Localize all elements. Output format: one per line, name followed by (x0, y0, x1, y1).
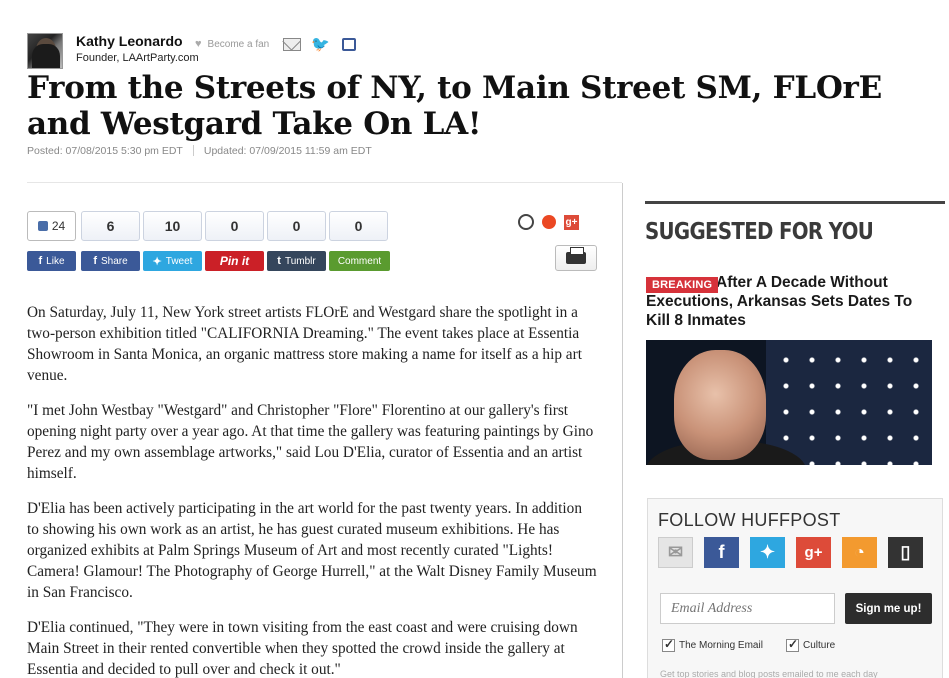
tumblr-label: Tumblr (284, 255, 316, 267)
article-paragraph: "I met John Westbay "Westgard" and Chris… (27, 402, 594, 482)
heart-icon[interactable]: ♥ (195, 38, 202, 50)
pin-label: Pin it (219, 254, 250, 268)
follow-icons: ✉ f ✦ g+ ◔ ▯ (658, 537, 923, 568)
tweet-button[interactable]: ✦ Tweet (143, 251, 202, 271)
stumbleupon-icon[interactable] (542, 215, 556, 229)
article-body: On Saturday, July 11, New York street ar… (27, 302, 597, 678)
email-icon[interactable]: ✉ (658, 537, 693, 568)
like-count-box[interactable]: 24 (27, 211, 76, 241)
become-fan-link[interactable]: Become a fan (208, 39, 270, 50)
article-paragraph: D'Elia continued, "They were in town vis… (27, 619, 578, 678)
checkbox-morning-email[interactable] (662, 637, 675, 652)
share-count-tumblr: 0 (267, 211, 326, 241)
comment-label: Comment (337, 255, 382, 267)
google-plus-icon[interactable]: g+ (796, 537, 831, 568)
reddit-icon[interactable] (518, 214, 534, 230)
twitter-icon[interactable]: 🐦 (311, 35, 330, 53)
email-icon[interactable] (283, 37, 302, 51)
tumblr-icon: t (277, 255, 281, 267)
article-title: From the Streets of NY, to Main Street S… (27, 70, 882, 142)
facebook-icon[interactable]: f (704, 537, 739, 568)
culture-option[interactable]: Culture (786, 637, 836, 652)
morning-email-label: The Morning Email (679, 640, 763, 651)
facebook-icon: f (38, 255, 43, 267)
twitter-bird-icon: ✦ (152, 255, 162, 268)
column-divider (622, 183, 623, 678)
share-label: Share (100, 255, 128, 267)
date-separator (192, 145, 194, 156)
tweet-label: Tweet (165, 255, 193, 267)
culture-label: Culture (803, 640, 836, 651)
article-paragraph: On Saturday, July 11, New York street ar… (27, 304, 582, 384)
author-bar: Kathy Leonardo Founder, LAArtParty.com ♥… (27, 33, 627, 69)
printer-icon (566, 247, 586, 264)
posted-date: Posted: 07/08/2015 5:30 pm EDT (27, 145, 183, 157)
mobile-icon[interactable]: ▯ (888, 537, 923, 568)
like-label: Like (46, 255, 65, 267)
facebook-like-button[interactable]: f Like (27, 251, 76, 271)
sign-up-button[interactable]: Sign me up! (845, 593, 932, 624)
google-plus-icon[interactable]: g+ (564, 214, 579, 230)
facebook-like-icon[interactable] (341, 37, 356, 51)
facebook-share-button[interactable]: f Share (81, 251, 140, 271)
twitter-icon[interactable]: ✦ (750, 537, 785, 568)
author-role: Founder, LAArtParty.com (76, 52, 199, 64)
article-dates: Posted: 07/08/2015 5:30 pm EDT Updated: 0… (27, 145, 372, 157)
breaking-badge: BREAKING (646, 277, 719, 293)
header-divider (27, 182, 622, 183)
extra-share-icons: g+ (518, 214, 579, 230)
updated-date: Updated: 07/09/2015 11:59 am EDT (203, 145, 372, 157)
flag-background (766, 340, 932, 465)
pin-it-button[interactable]: Pin it (205, 251, 264, 271)
morning-email-option[interactable]: The Morning Email (662, 637, 763, 652)
follow-huffpost-box: FOLLOW HUFFPOST ✉ f ✦ g+ ◔ ▯ Sign me up!… (647, 498, 943, 678)
share-count-comments: 0 (329, 211, 388, 241)
share-count-twitter: 10 (143, 211, 202, 241)
suggested-story-photo[interactable] (646, 340, 932, 465)
comment-button[interactable]: Comment (329, 251, 390, 271)
follow-title: FOLLOW HUFFPOST (658, 510, 841, 530)
suggested-title: SUGGESTED FOR YOU (645, 219, 874, 245)
email-field[interactable] (660, 593, 835, 624)
author-actions: ♥ Become a fan 🐦 (195, 35, 356, 53)
rss-icon[interactable]: ◔ (842, 537, 877, 568)
checkbox-culture[interactable] (786, 637, 799, 652)
print-button[interactable] (555, 245, 597, 271)
newsletter-fine-print: Get top stories and blog posts emailed t… (660, 669, 878, 678)
author-name[interactable]: Kathy Leonardo (76, 33, 183, 49)
article-paragraph: D'Elia has been actively participating i… (27, 500, 597, 601)
author-avatar[interactable] (27, 33, 63, 69)
facebook-icon: f (93, 255, 97, 267)
suggested-top-rule (645, 201, 945, 204)
tumblr-button[interactable]: t Tumblr (267, 251, 326, 271)
like-count: 24 (51, 219, 66, 233)
thumbs-up-icon (37, 221, 48, 231)
share-count-pinterest: 0 (205, 211, 264, 241)
photo-face (674, 350, 766, 460)
share-count-facebook: 6 (81, 211, 140, 241)
